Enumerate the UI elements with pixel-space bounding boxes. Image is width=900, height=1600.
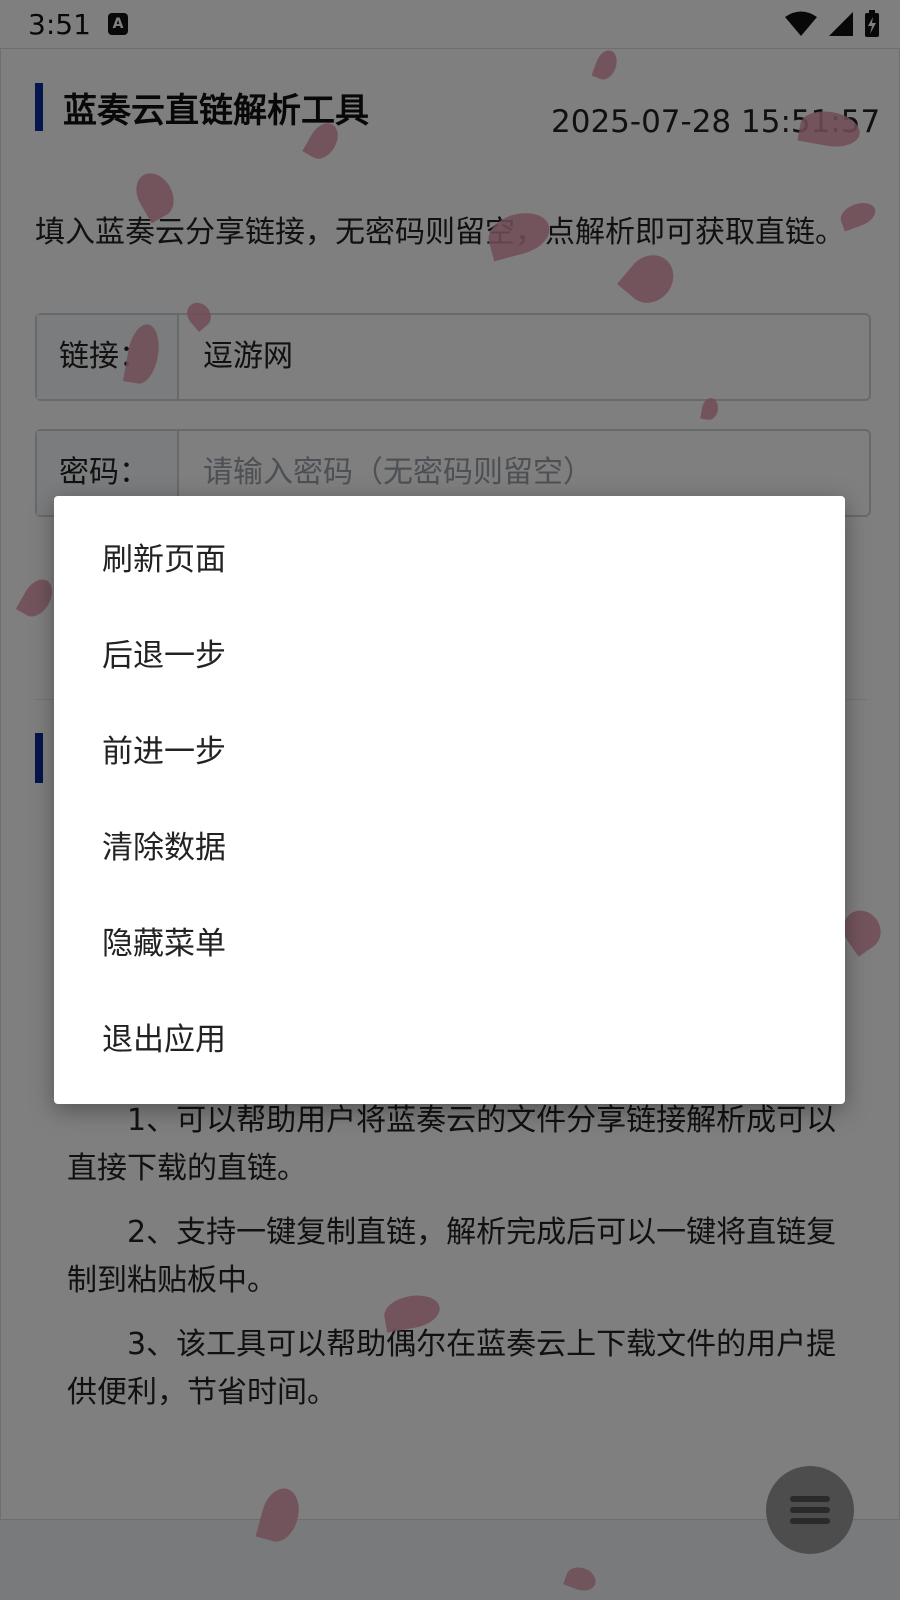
menu-item-refresh[interactable]: 刷新页面	[54, 512, 845, 608]
menu-item-forward[interactable]: 前进一步	[54, 704, 845, 800]
menu-item-hide-menu[interactable]: 隐藏菜单	[54, 896, 845, 992]
menu-item-clear-data[interactable]: 清除数据	[54, 800, 845, 896]
menu-item-back[interactable]: 后退一步	[54, 608, 845, 704]
menu-item-exit-app[interactable]: 退出应用	[54, 992, 845, 1088]
options-menu-dialog: 刷新页面 后退一步 前进一步 清除数据 隐藏菜单 退出应用	[54, 496, 845, 1104]
